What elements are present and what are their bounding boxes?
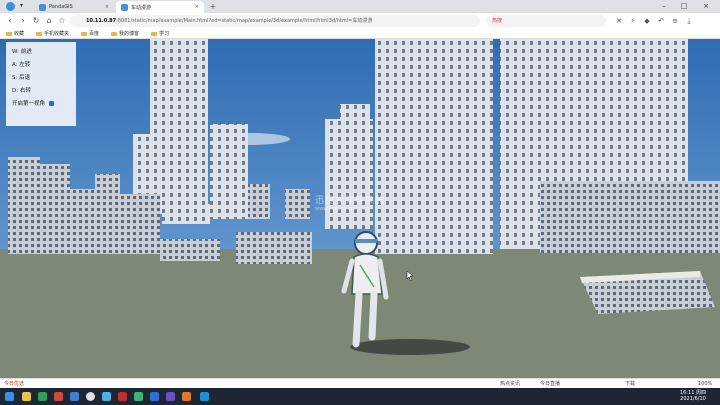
first-person-label: 开启第一视角: [12, 101, 46, 107]
file-explorer-icon[interactable]: [22, 392, 31, 401]
folder-icon: [6, 31, 12, 36]
back-icon[interactable]: ‹: [4, 15, 16, 27]
url-path: :8081/static/map/example/Main.html?ed=st…: [116, 18, 373, 24]
keyboard-controls-panel: W: 前进 A: 左转 S: 后退 D: 右转 开启第一视角: [6, 42, 76, 126]
page-icon: [39, 3, 46, 11]
tab-pandagis[interactable]: PandaGIS ×: [34, 1, 114, 13]
bookmark-star-icon[interactable]: ☆: [56, 15, 68, 27]
minimize-button[interactable]: –: [656, 0, 672, 13]
watermark: 迅捷视频转换器 www.xunjieshipin.com: [315, 196, 386, 212]
app-icon[interactable]: [54, 392, 63, 401]
app-icon[interactable]: [118, 392, 127, 401]
first-person-checkbox[interactable]: [49, 101, 55, 106]
control-right: D: 右转: [12, 88, 31, 94]
control-back: S: 后退: [12, 75, 31, 81]
browser-logo-icon[interactable]: [6, 2, 15, 11]
search-box[interactable]: 热搜: [486, 15, 606, 27]
extension-icon[interactable]: ✕: [614, 16, 624, 26]
browser-icon[interactable]: [86, 392, 95, 401]
page-icon: [121, 3, 128, 11]
menu-icon[interactable]: ≡: [670, 16, 680, 26]
app-icon[interactable]: [150, 392, 159, 401]
folder-icon: [111, 31, 118, 36]
maximize-button[interactable]: □: [676, 0, 692, 13]
app-icon[interactable]: [102, 392, 111, 401]
url-host: 10.11.0.87: [86, 18, 117, 24]
bookmark-item[interactable]: 学习: [151, 30, 169, 37]
search-text: 热搜: [492, 18, 503, 24]
tab-label: 车动漫游: [131, 4, 152, 11]
tab-roaming[interactable]: 车动漫游 ×: [116, 1, 204, 13]
url-field[interactable]: 10.11.0.87:8081/static/map/example/Main.…: [70, 15, 480, 27]
bookmark-item[interactable]: 手机收藏夹: [36, 30, 69, 37]
bookmarks-bar: 收藏 手机收藏夹 百度 我的博客 学习: [0, 29, 720, 39]
system-clock[interactable]: 16:11 周四 2021/6/10: [680, 390, 706, 402]
bookmark-item[interactable]: 百度: [81, 30, 99, 37]
app-icon[interactable]: [134, 392, 143, 401]
bookmark-item[interactable]: 我的博客: [111, 30, 139, 37]
close-window-button[interactable]: ×: [698, 0, 714, 13]
folder-icon: [36, 31, 43, 36]
first-person-row[interactable]: 开启第一视角: [12, 98, 70, 111]
address-bar-row: ‹ › ↻ ⌂ ☆ 10.11.0.87:8081/static/map/exa…: [0, 13, 720, 29]
tab-list-icon[interactable]: ▾: [20, 2, 28, 11]
new-tab-button[interactable]: +: [208, 1, 218, 12]
close-icon[interactable]: ×: [105, 4, 109, 10]
close-icon[interactable]: ×: [195, 4, 199, 10]
app-icon[interactable]: [166, 392, 175, 401]
folder-icon: [151, 31, 158, 36]
os-taskbar: 16:11 周四 2021/6/10: [0, 388, 720, 405]
extension-icon[interactable]: ◆: [642, 16, 652, 26]
tab-label: PandaGIS: [49, 4, 73, 10]
home-icon[interactable]: ⌂: [43, 15, 55, 27]
tab-bar: ▾ PandaGIS × 车动漫游 × + – □ ×: [0, 0, 720, 13]
app-icon[interactable]: [200, 392, 209, 401]
undo-icon[interactable]: ↶: [656, 16, 666, 26]
app-icon[interactable]: [182, 392, 191, 401]
app-icon[interactable]: [38, 392, 47, 401]
start-menu-icon[interactable]: [5, 392, 14, 401]
extension-icon[interactable]: ⚡: [628, 16, 638, 26]
reload-icon[interactable]: ↻: [30, 15, 42, 27]
control-forward: W: 前进: [12, 49, 32, 55]
app-icon[interactable]: [70, 392, 79, 401]
bookmark-item[interactable]: 收藏: [6, 30, 24, 37]
control-left: A: 左转: [12, 62, 31, 68]
forward-icon[interactable]: ›: [17, 15, 29, 27]
download-icon[interactable]: ⤓: [684, 16, 694, 26]
folder-icon: [81, 31, 88, 36]
